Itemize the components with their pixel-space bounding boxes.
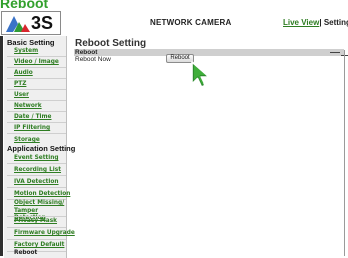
sidebar-divider bbox=[7, 56, 66, 57]
sidebar-divider bbox=[7, 227, 66, 228]
sidebar-divider bbox=[7, 187, 66, 188]
setting-link[interactable]: Setting bbox=[324, 18, 348, 27]
sidebar-item-motion-detection[interactable]: Motion Detection bbox=[14, 190, 70, 199]
sidebar-divider bbox=[7, 133, 66, 134]
page-caption: Reboot bbox=[0, 0, 49, 11]
sidebar-item-iva-detection[interactable]: IVA Detection bbox=[14, 178, 67, 187]
section-header: Reboot bbox=[74, 49, 344, 56]
sidebar-item-video-image[interactable]: Video / Image bbox=[14, 58, 67, 67]
sidebar-item-firmware-upgrade[interactable]: Firmware Upgrade bbox=[14, 229, 75, 238]
sidebar-item-system[interactable]: System bbox=[14, 47, 67, 56]
live-view-link[interactable]: Live View bbox=[283, 18, 319, 27]
sidebar-divider bbox=[7, 111, 66, 112]
sidebar-item-audio[interactable]: Audio bbox=[14, 69, 67, 78]
sidebar-item-event-setting[interactable]: Event Setting bbox=[14, 154, 67, 163]
sidebar-divider bbox=[7, 175, 66, 176]
left-border bbox=[0, 36, 3, 256]
section-label: Reboot bbox=[75, 49, 98, 56]
sidebar-divider bbox=[7, 89, 66, 90]
sidebar-divider bbox=[7, 100, 66, 101]
sidebar-divider bbox=[7, 122, 66, 123]
sidebar-item-user[interactable]: User bbox=[14, 91, 67, 100]
mouse-pointer-icon bbox=[191, 61, 210, 88]
sidebar-heading-application: Application Setting bbox=[7, 144, 76, 153]
sidebar-item-ip-filtering[interactable]: IP Filtering bbox=[14, 124, 67, 133]
logo-text: 3S bbox=[31, 13, 54, 33]
sidebar-item-object-missing[interactable]: Object Missing/ Tamper Detection bbox=[14, 200, 67, 221]
sidebar-item-privacy-mask[interactable]: Privacy Mask bbox=[14, 217, 67, 226]
sidebar-divider bbox=[7, 67, 66, 68]
page-header-title: NETWORK CAMERA bbox=[150, 18, 232, 27]
nav-separator: | bbox=[319, 18, 322, 27]
sidebar-item-reboot[interactable]: Reboot bbox=[14, 249, 67, 258]
collapse-dash bbox=[330, 52, 340, 53]
sidebar-divider bbox=[7, 239, 66, 240]
top-nav: Live View| Setting bbox=[283, 17, 348, 29]
sidebar: Basic Setting System Video / Image Audio… bbox=[4, 36, 75, 258]
right-border bbox=[344, 50, 345, 256]
sidebar-item-recording-list[interactable]: Recording List bbox=[14, 166, 67, 175]
logo-triangles-icon bbox=[6, 16, 30, 32]
sidebar-item-ptz[interactable]: PTZ bbox=[14, 80, 67, 89]
sidebar-item-date-time[interactable]: Date / Time bbox=[14, 113, 67, 122]
sidebar-divider bbox=[7, 78, 66, 79]
reboot-now-label: Reboot Now bbox=[75, 56, 111, 63]
logo: 3S bbox=[1, 11, 61, 35]
sidebar-item-network[interactable]: Network bbox=[14, 102, 67, 111]
sidebar-divider bbox=[7, 163, 66, 164]
